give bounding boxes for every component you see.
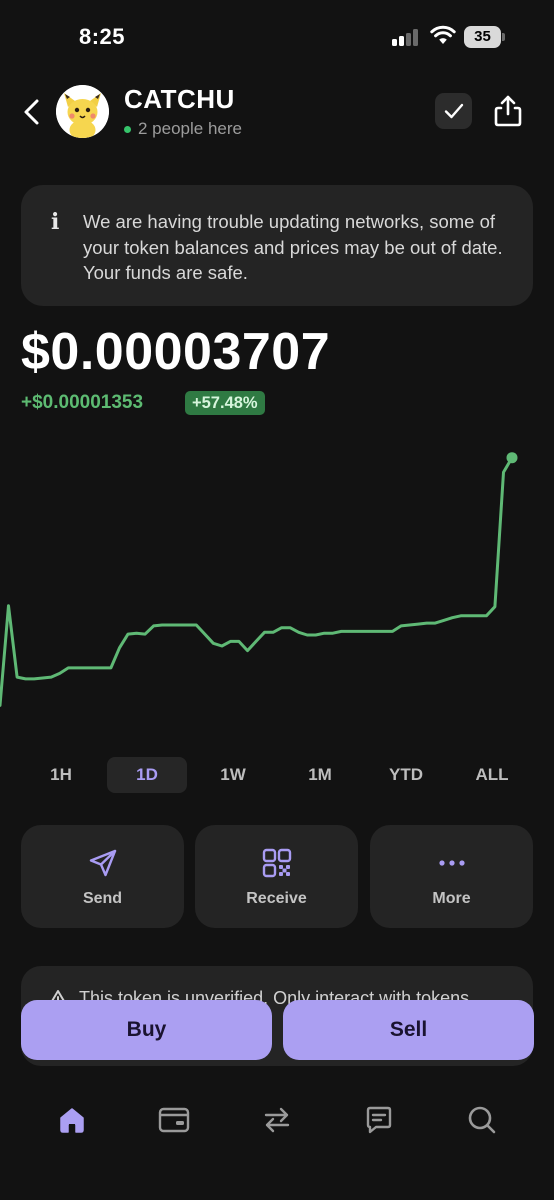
status-time: 8:25	[79, 24, 126, 49]
share-button[interactable]	[492, 94, 524, 128]
price-change: +$0.00001353	[21, 392, 144, 413]
more-label: More	[432, 890, 471, 907]
search-icon	[468, 1106, 496, 1134]
presence-label: 2 people here	[138, 119, 242, 138]
bottom-navigation	[0, 1070, 554, 1200]
swap-icon	[264, 1107, 290, 1133]
home-icon	[60, 1108, 84, 1133]
online-dot-icon	[124, 125, 131, 133]
presence-indicator: 2 people here	[124, 119, 242, 139]
price-chart[interactable]	[0, 440, 554, 730]
send-icon	[89, 849, 116, 877]
token-avatar	[56, 85, 109, 138]
send-button[interactable]: Send	[21, 825, 184, 928]
range-tab-1d[interactable]: 1D	[107, 757, 187, 793]
nav-chat[interactable]	[357, 1100, 401, 1140]
price-series-line	[0, 456, 514, 707]
cellular-signal-icon	[392, 28, 422, 46]
banner-message: We are having trouble updating networks,…	[83, 211, 503, 283]
nav-swap[interactable]	[255, 1100, 299, 1140]
chat-icon	[366, 1106, 392, 1134]
range-tab-1w[interactable]: 1W	[193, 757, 273, 793]
checkmark-icon	[444, 103, 463, 119]
range-tab-all[interactable]: ALL	[452, 757, 532, 793]
range-tab-1h[interactable]: 1H	[21, 757, 101, 793]
watchlist-check-button[interactable]	[435, 93, 472, 129]
wallet-card-icon	[158, 1107, 190, 1133]
buy-button[interactable]: Buy	[21, 1000, 272, 1060]
sell-button[interactable]: Sell	[283, 1000, 534, 1060]
nav-search[interactable]	[460, 1100, 504, 1140]
info-icon: i	[51, 209, 60, 235]
receive-button[interactable]: Receive	[195, 825, 358, 928]
status-bar: 8:25 35	[0, 0, 554, 70]
catchu-logo-icon	[56, 85, 109, 138]
range-tab-1m[interactable]: 1M	[280, 757, 360, 793]
time-range-tabs: 1H 1D 1W 1M YTD ALL	[0, 757, 554, 793]
nav-home[interactable]	[50, 1100, 94, 1140]
battery-level: 35	[464, 26, 501, 48]
nav-wallet[interactable]	[152, 1100, 196, 1140]
current-price-marker	[506, 452, 518, 464]
more-dots-icon	[438, 860, 465, 866]
qr-code-icon	[262, 848, 291, 878]
receive-label: Receive	[246, 890, 307, 907]
battery-icon: 35	[464, 26, 506, 48]
token-name: CATCHU	[124, 84, 235, 114]
send-label: Send	[82, 890, 123, 907]
back-button[interactable]	[18, 96, 46, 128]
token-price: $0.00003707	[21, 323, 331, 381]
wifi-icon	[430, 25, 456, 44]
range-tab-ytd[interactable]: YTD	[366, 757, 446, 793]
more-button[interactable]: More	[370, 825, 533, 928]
network-warning-banner: i We are having trouble updating network…	[21, 185, 533, 306]
price-change-percent-badge: +57.48%	[185, 391, 265, 415]
